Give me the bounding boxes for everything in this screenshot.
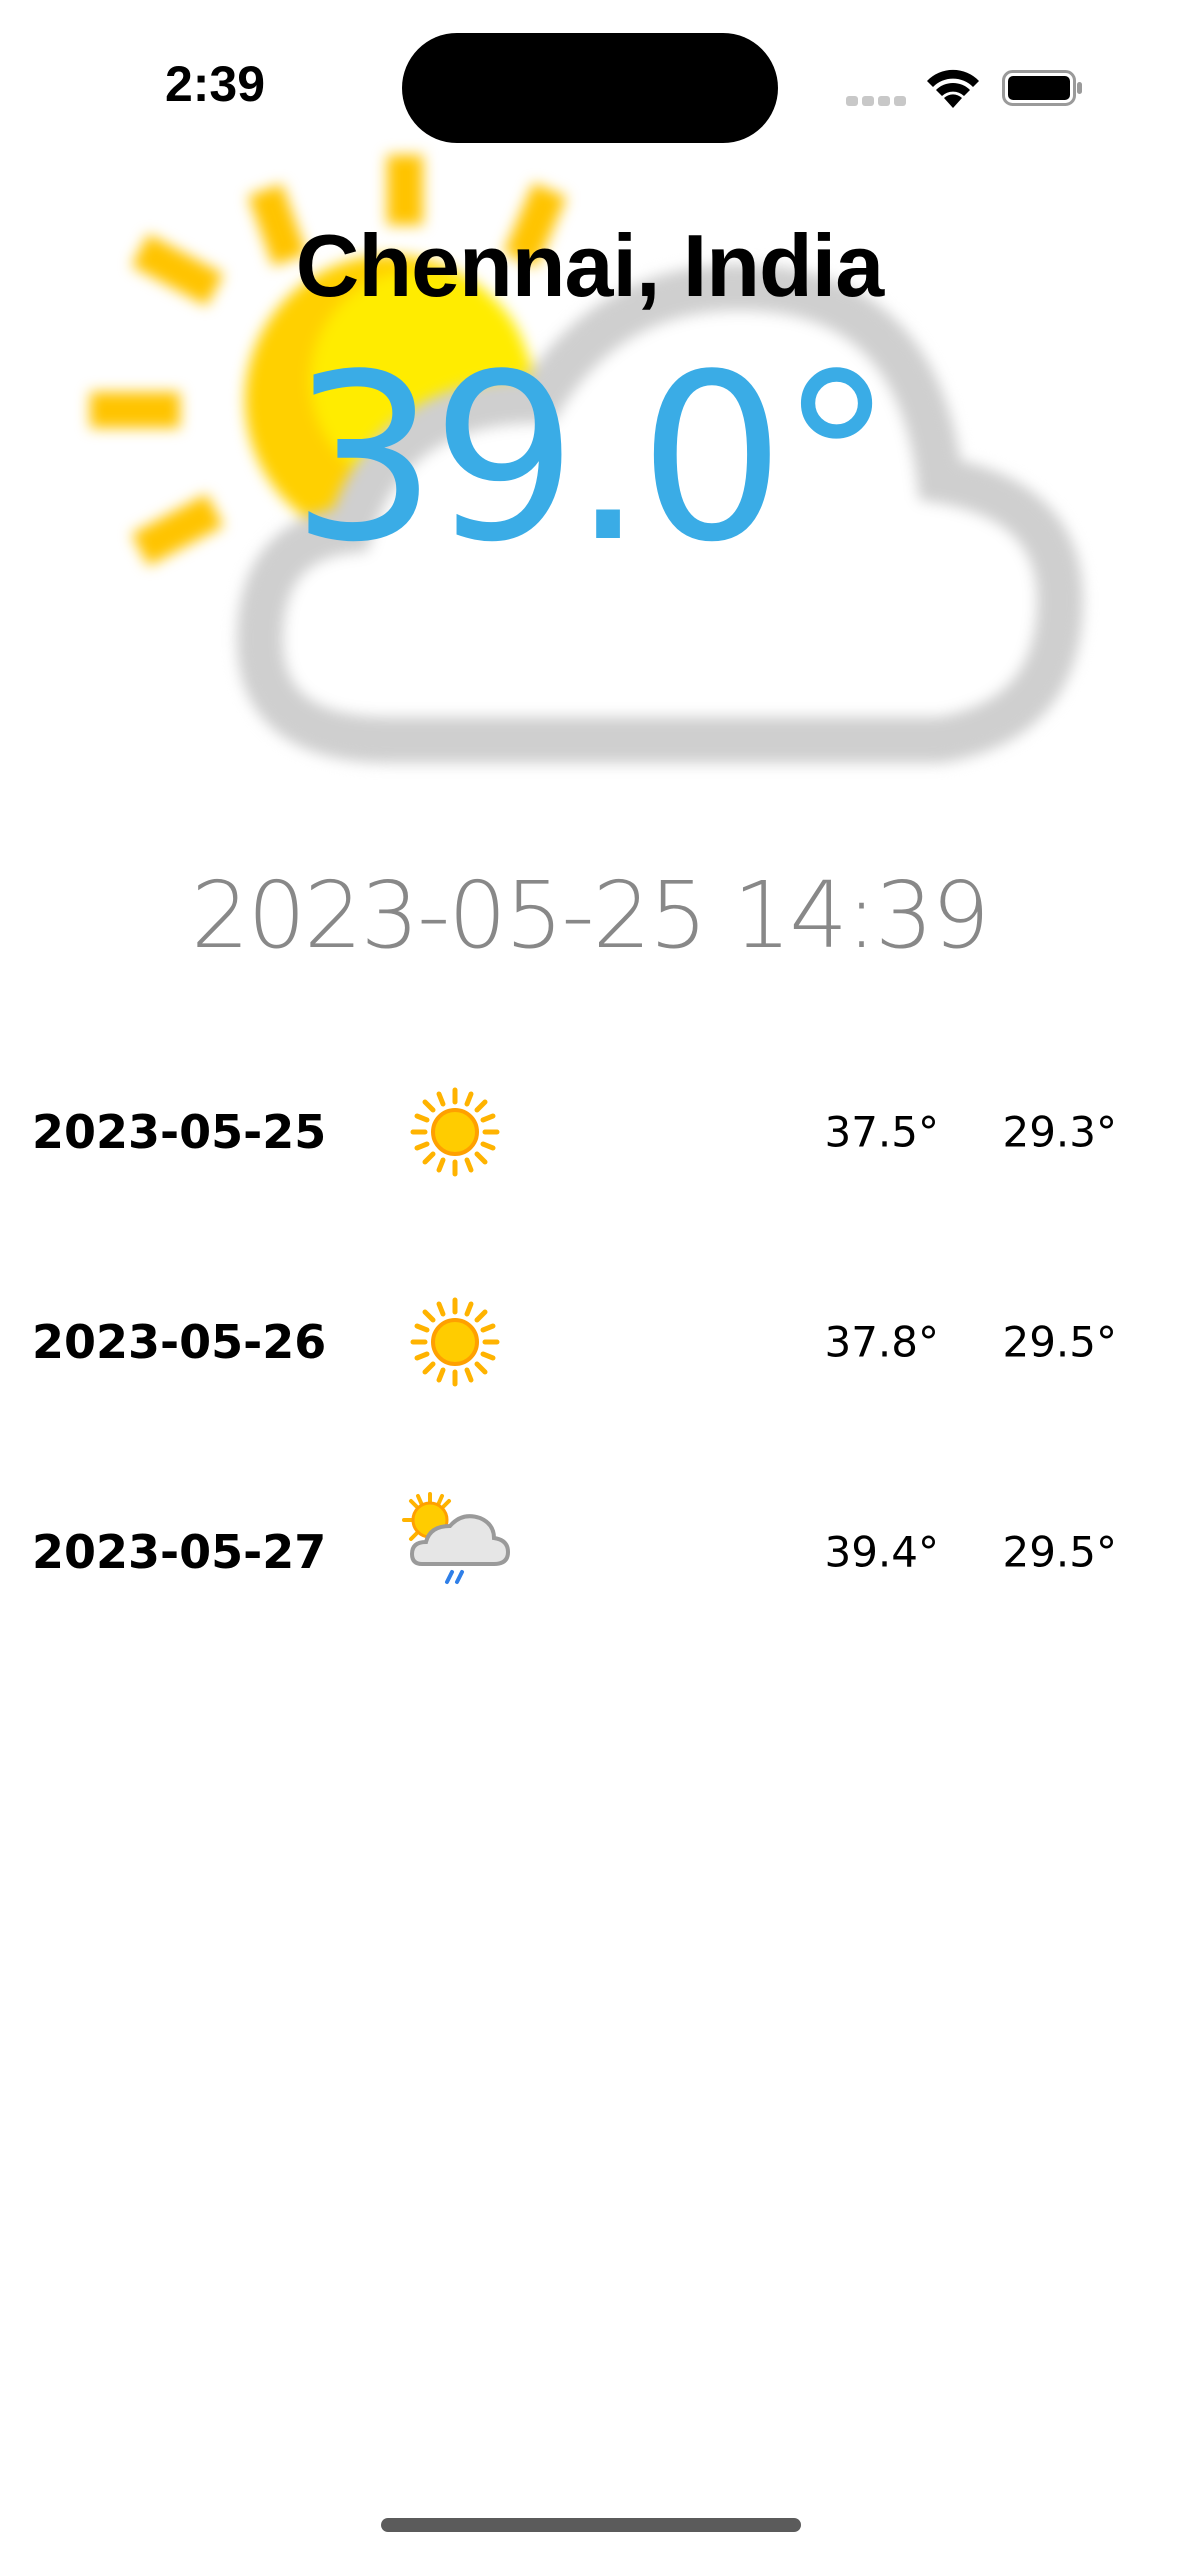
forecast-row: 2023-05-25 37.5° 29.3°: [0, 1052, 1179, 1212]
forecast-date: 2023-05-27: [32, 1525, 327, 1579]
sunny-icon: [410, 1297, 500, 1387]
sun-cloud-rain-icon: [402, 1492, 511, 1584]
forecast-high-temp: 37.5°: [824, 1107, 939, 1157]
home-indicator[interactable]: [381, 2518, 801, 2532]
forecast-date: 2023-05-25: [32, 1105, 327, 1159]
forecast-low-temp: 29.3°: [1002, 1107, 1117, 1157]
forecast-high-temp: 39.4°: [824, 1527, 939, 1577]
forecast-row: 2023-05-26 37.8° 29.5°: [0, 1262, 1179, 1422]
sunny-icon: [410, 1087, 500, 1177]
forecast-low-temp: 29.5°: [1002, 1527, 1117, 1577]
current-timestamp: 2023-05-25 14:39: [190, 862, 990, 969]
forecast-high-temp: 37.8°: [824, 1317, 939, 1367]
current-temperature: 39.0°: [290, 326, 894, 593]
forecast-low-temp: 29.5°: [1002, 1317, 1117, 1367]
forecast-date: 2023-05-26: [32, 1315, 327, 1369]
forecast-row: 2023-05-27 39.4° 29.5°: [0, 1472, 1179, 1632]
city-name: Chennai, India: [295, 216, 884, 315]
